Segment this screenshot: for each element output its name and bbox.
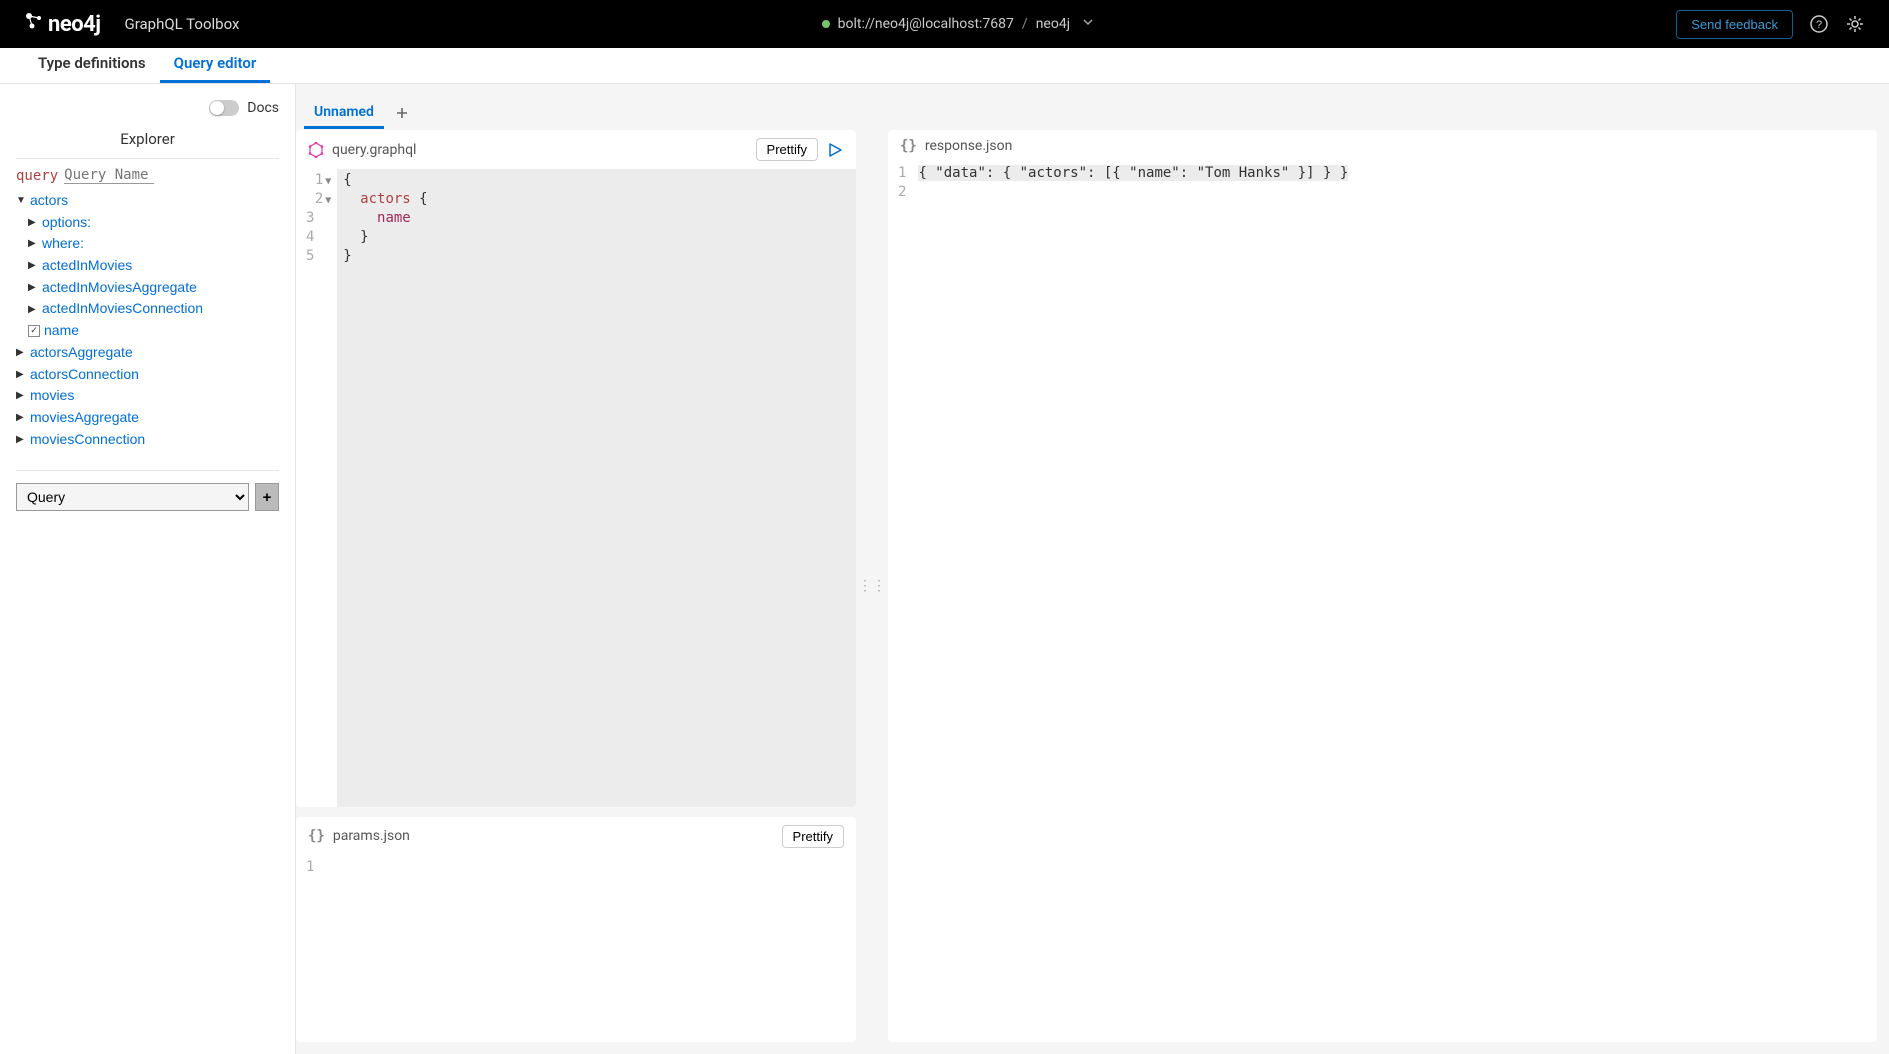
add-operation-button[interactable]: + [255, 483, 279, 511]
params-filename: params.json [333, 828, 410, 844]
caret-right-icon: ▶ [28, 280, 38, 296]
caret-right-icon: ▶ [16, 367, 26, 383]
params-editor[interactable]: 1 [296, 856, 856, 1043]
caret-right-icon: ▶ [16, 432, 26, 448]
tree-item[interactable]: ▶actorsAggregate [16, 342, 279, 364]
query-tab-unnamed[interactable]: Unnamed [304, 98, 384, 129]
chevron-down-icon [1082, 16, 1094, 32]
tree-item[interactable]: ▶actedInMoviesAggregate [28, 277, 279, 299]
braces-icon: {} [900, 138, 917, 154]
main-tabs: Type definitions Query editor [0, 48, 1889, 84]
caret-right-icon: ▶ [16, 388, 26, 404]
query-keyword: query [16, 168, 58, 184]
response-filename: response.json [925, 138, 1012, 154]
prettify-query-button[interactable]: Prettify [756, 138, 818, 161]
caret-right-icon: ▶ [28, 302, 38, 318]
query-filename: query.graphql [332, 142, 416, 158]
braces-icon: {} [308, 828, 325, 844]
docs-toggle[interactable] [209, 100, 239, 116]
logo-text: neo4j [48, 12, 100, 37]
add-tab-button[interactable] [390, 101, 414, 125]
caret-right-icon: ▶ [16, 345, 26, 361]
tree-item-name[interactable]: ✓name [28, 320, 279, 342]
prettify-params-button[interactable]: Prettify [782, 825, 844, 848]
logo-icon [24, 11, 44, 37]
app-title: GraphQL Toolbox [124, 15, 239, 33]
help-icon[interactable]: ? [1809, 14, 1829, 34]
database-name: neo4j [1036, 16, 1070, 32]
editor-area: Unnamed query.graphql Prettify [296, 84, 1889, 1054]
tab-type-definitions[interactable]: Type definitions [24, 46, 160, 83]
explorer-sidebar: Docs Explorer query ▼ actors ▶options: ▶… [0, 84, 296, 1054]
tab-query-editor[interactable]: Query editor [160, 46, 271, 83]
checkbox-checked-icon[interactable]: ✓ [28, 325, 40, 337]
vertical-resize-handle[interactable]: ⋮⋮ [866, 130, 878, 1042]
app-header: neo4j GraphQL Toolbox bolt://neo4j@local… [0, 0, 1889, 48]
graphql-icon [308, 142, 324, 158]
operation-type-select[interactable]: Query [16, 483, 249, 511]
separator: / [1022, 16, 1028, 32]
explorer-tree: ▼ actors ▶options: ▶where: ▶actedInMovie… [16, 190, 279, 450]
query-editor[interactable]: 1▼2▼3 4 5 { actors { name }} [296, 169, 856, 807]
tree-item[interactable]: ▶movies [16, 385, 279, 407]
run-query-button[interactable] [826, 141, 844, 159]
tree-item[interactable]: ▶options: [28, 212, 279, 234]
gear-icon[interactable] [1845, 14, 1865, 34]
caret-right-icon: ▶ [16, 410, 26, 426]
explorer-title: Explorer [16, 124, 279, 159]
tree-item[interactable]: ▶actedInMovies [28, 255, 279, 277]
caret-right-icon: ▶ [28, 215, 38, 231]
tree-item[interactable]: ▶moviesConnection [16, 429, 279, 451]
connection-string: bolt://neo4j@localhost:7687 [838, 16, 1014, 32]
response-viewer[interactable]: 12 { "data": { "actors": [{ "name": "Tom… [888, 162, 1877, 1042]
caret-right-icon: ▶ [28, 236, 38, 252]
tree-root-actors[interactable]: ▼ actors [16, 190, 279, 212]
tree-item[interactable]: ▶where: [28, 233, 279, 255]
response-panel: {} response.json 12 { "data": { "actors"… [888, 130, 1877, 1042]
connection-display[interactable]: bolt://neo4j@localhost:7687 / neo4j [239, 16, 1676, 32]
caret-right-icon: ▶ [28, 258, 38, 274]
tree-item[interactable]: ▶moviesAggregate [16, 407, 279, 429]
docs-label: Docs [247, 100, 279, 116]
tree-item[interactable]: ▶actorsConnection [16, 364, 279, 386]
send-feedback-button[interactable]: Send feedback [1676, 10, 1793, 39]
logo: neo4j [24, 11, 100, 37]
svg-text:?: ? [1816, 19, 1822, 31]
params-panel: {} params.json Prettify 1 [296, 817, 856, 1043]
caret-down-icon: ▼ [16, 193, 26, 209]
status-dot-icon [822, 20, 830, 28]
tree-item[interactable]: ▶actedInMoviesConnection [28, 298, 279, 320]
query-tabs: Unnamed [296, 96, 1877, 130]
query-name-input[interactable] [64, 167, 154, 184]
query-panel: query.graphql Prettify 1▼2▼3 4 5 { actor… [296, 130, 856, 807]
